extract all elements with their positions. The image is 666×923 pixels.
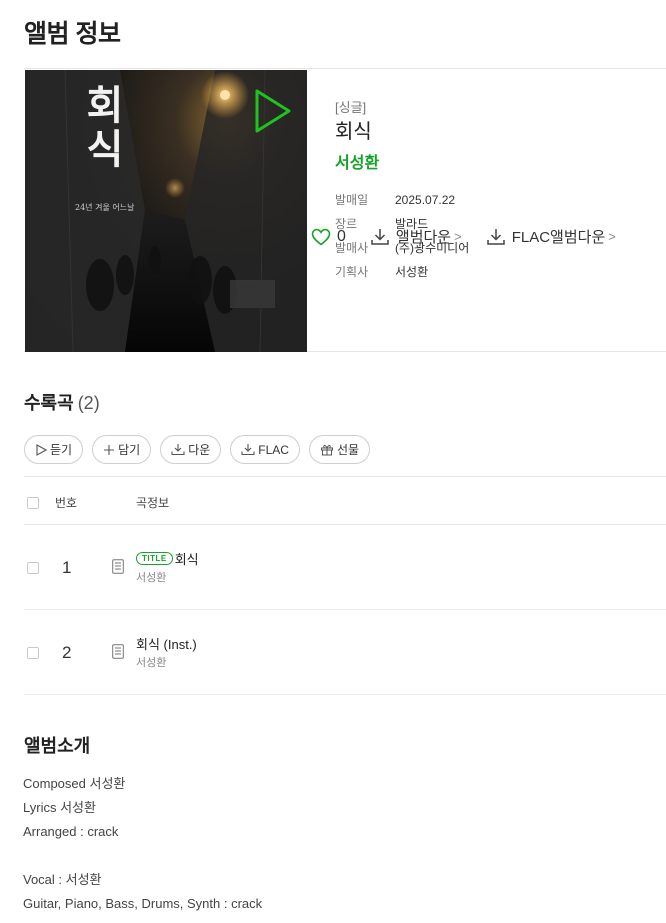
info-value: 2025.07.22: [395, 193, 456, 207]
download-icon: [171, 444, 185, 456]
album-download-button[interactable]: 앨범다운 >: [370, 226, 462, 247]
download-label: 다운: [188, 443, 211, 457]
album-name: 회식: [335, 121, 372, 143]
header-track-info: 곡정보: [136, 496, 170, 510]
track-count: (2): [77, 393, 100, 413]
play-icon: [36, 443, 47, 456]
play-selected-button[interactable]: 듣기: [24, 435, 84, 464]
tracklist-title-text: 수록곡: [24, 393, 74, 413]
album-intro-title: 앨범소개: [24, 736, 91, 756]
play-icon[interactable]: [253, 88, 293, 134]
download-icon: [486, 228, 505, 245]
album-download-label: 앨범다운: [395, 229, 452, 246]
flac-label: FLAC: [258, 442, 289, 457]
table-row: 1 TITLE 회식 서성환: [24, 525, 666, 610]
gift-button[interactable]: 선물: [308, 435, 371, 464]
select-all-checkbox[interactable]: [27, 497, 39, 509]
cover-title-text: 회식: [78, 84, 125, 172]
gift-label: 선물: [336, 443, 360, 457]
track-number: 2: [62, 643, 72, 662]
lyrics-icon[interactable]: [112, 559, 124, 574]
download-selected-button[interactable]: 다운: [160, 435, 222, 464]
table-row: 2 회식 (Inst.) 서성환: [24, 610, 666, 695]
track-number: 1: [62, 558, 72, 577]
intro-line: Composed 서성환: [23, 776, 126, 791]
track-table-header: 번호 곡정보: [24, 476, 666, 525]
album-info-box: 회식 24년 겨울 어느날 [싱글] 회식 서성환 발매일 2025.07.22 …: [24, 68, 666, 352]
album-intro-text: Composed 서성환 Lyrics 서성환 Arranged : crack…: [23, 772, 262, 916]
track-title[interactable]: 회식 (Inst.): [136, 634, 197, 653]
track-artist[interactable]: 서성환: [136, 569, 166, 585]
album-actions: 0 앨범다운 > FLAC앨범다운 >: [311, 226, 640, 247]
album-type: [싱글]: [335, 100, 367, 115]
track-table: 번호 곡정보 1 TITLE 회식 서성환 2 회식 (Inst.) 서성환: [24, 476, 666, 695]
like-button[interactable]: 0: [311, 228, 346, 246]
add-label: 담기: [118, 443, 141, 457]
title-badge: TITLE: [136, 552, 173, 565]
play-selected-label: 듣기: [50, 443, 73, 457]
like-count: 0: [337, 227, 346, 245]
track-checkbox[interactable]: [27, 562, 39, 574]
plus-icon: [104, 444, 115, 455]
track-title-text: 회식 (Inst.): [136, 637, 197, 652]
album-cover[interactable]: 회식 24년 겨울 어느날: [25, 70, 307, 352]
intro-line: Vocal : 서성환: [23, 872, 102, 887]
page-title: 앨범 정보: [24, 20, 121, 48]
info-row-agency: 기획사 서성환: [335, 263, 428, 280]
download-icon: [241, 444, 255, 456]
flac-download-label: FLAC앨범다운: [511, 229, 606, 246]
chevron-right-icon: >: [608, 229, 616, 244]
tracklist-toolbar: 듣기 담기 다운 FLAC 선물: [24, 435, 379, 464]
track-title-text: 회식: [174, 552, 199, 567]
intro-line: Guitar, Piano, Bass, Drums, Synth : crac…: [23, 896, 263, 911]
info-value: 서성환: [395, 265, 429, 279]
header-number: 번호: [55, 496, 78, 510]
track-title[interactable]: TITLE 회식: [136, 549, 199, 568]
intro-line: Arranged : crack: [23, 824, 119, 839]
intro-line: Lyrics 서성환: [23, 800, 96, 815]
add-to-playlist-button[interactable]: 담기: [92, 435, 152, 464]
info-key: 기획사: [335, 265, 369, 279]
info-row-release-date: 발매일 2025.07.22: [335, 191, 455, 208]
flac-selected-button[interactable]: FLAC: [230, 435, 300, 464]
flac-download-button[interactable]: FLAC앨범다운 >: [486, 226, 616, 247]
intro-line: [23, 844, 262, 868]
heart-icon: [311, 228, 331, 246]
track-artist[interactable]: 서성환: [136, 654, 166, 670]
cover-subtitle-text: 24년 겨울 어느날: [75, 203, 135, 212]
info-key: 발매일: [335, 193, 369, 207]
chevron-right-icon: >: [454, 229, 462, 244]
artist-link[interactable]: 서성환: [335, 149, 379, 173]
gift-icon: [320, 445, 333, 456]
track-checkbox[interactable]: [27, 647, 39, 659]
tracklist-title: 수록곡 (2): [24, 389, 100, 415]
download-icon: [371, 228, 389, 245]
lyrics-icon[interactable]: [112, 644, 124, 659]
